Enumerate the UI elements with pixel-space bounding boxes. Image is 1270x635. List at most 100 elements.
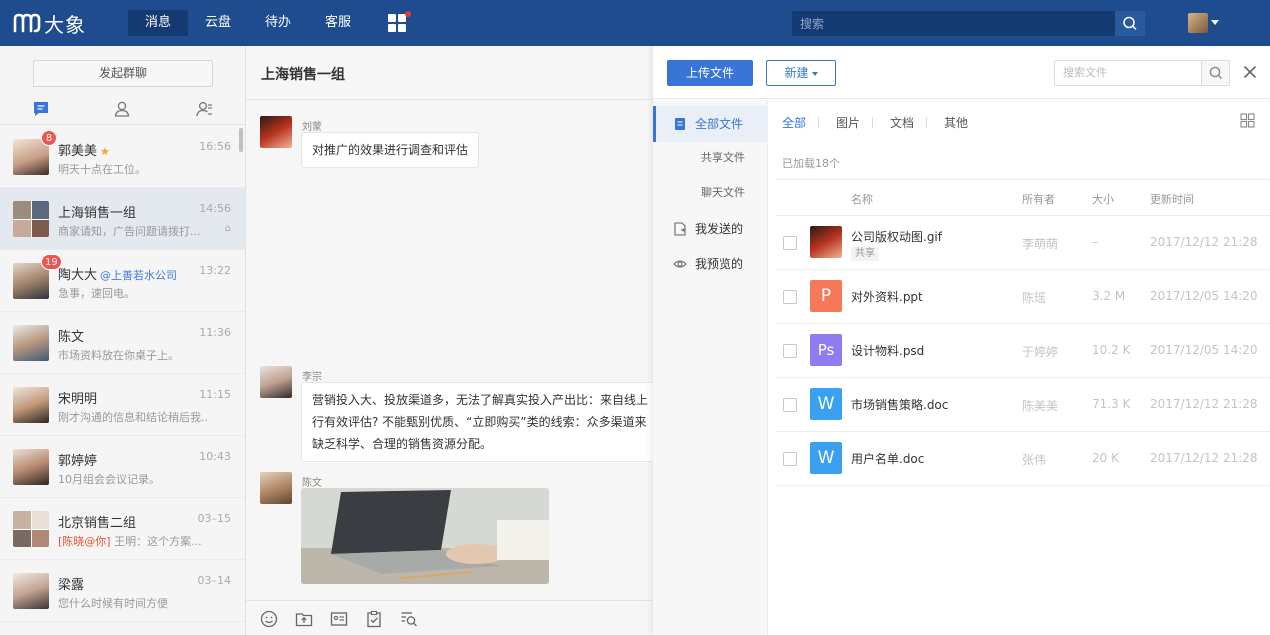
row-checkbox[interactable] <box>783 398 797 412</box>
avatar[interactable] <box>260 472 292 504</box>
new-dropdown-button[interactable]: 新建 <box>766 60 836 86</box>
conversation-item[interactable]: 郭婷婷 10:43 10月组会会议记录。 <box>0 436 245 498</box>
conversation-item[interactable]: 北京销售二组 03–15 [陈晓@你] 王明：这个方案... <box>0 498 245 560</box>
file-name[interactable]: 设计物料.psd <box>851 342 924 359</box>
column-header-owner[interactable]: 所有者 <box>1022 191 1055 207</box>
upload-file-button[interactable]: 上传文件 <box>667 60 753 86</box>
nav-tab-todo[interactable]: 待办 <box>248 10 308 36</box>
nav-shared-files[interactable]: 共享文件 <box>653 140 768 176</box>
table-row[interactable]: W 用户名单.doc 张伟 20 K 2017/12/12 21:28 <box>776 432 1270 486</box>
conversation-item[interactable]: 梁露 03–14 您什么时候有时间方便 <box>0 560 245 622</box>
column-header-name[interactable]: 名称 <box>851 191 873 207</box>
scrollbar[interactable] <box>239 128 243 152</box>
row-checkbox[interactable] <box>783 290 797 304</box>
table-row[interactable]: W 市场销售策略.doc 陈美美 71.3 K 2017/12/12 21:28 <box>776 378 1270 432</box>
filter-tab-all[interactable]: 全部 <box>782 114 806 131</box>
message-sender: 李宗 <box>302 372 322 383</box>
row-checkbox[interactable] <box>783 236 797 250</box>
file-panel-header: 上传文件 新建 <box>653 46 1270 99</box>
global-search <box>792 11 1145 36</box>
notification-dot <box>405 11 411 17</box>
conversation-item[interactable]: 上海销售一组 14:56 商家请知，广告问题请拨打... ⌂ <box>0 188 245 250</box>
global-search-button[interactable] <box>1115 11 1145 36</box>
conversation-item[interactable]: 8 郭美美 ★ 16:56 明天十点在工位。 <box>0 126 245 188</box>
conversation-item[interactable]: 宋明明 11:15 刚才沟通的信息和结论稍后我... <box>0 374 245 436</box>
file-name[interactable]: 市场销售策略.doc <box>851 396 948 413</box>
close-icon[interactable] <box>1242 64 1258 80</box>
file-search <box>1054 60 1230 86</box>
conversation-time: 16:56 <box>199 140 231 153</box>
conversation-time: 03–14 <box>197 574 232 587</box>
file-updated: 2017/12/12 21:28 <box>1150 451 1258 465</box>
nav-tab-messages[interactable]: 消息 <box>128 10 188 36</box>
nav-tab-cloud-drive[interactable]: 云盘 <box>188 10 248 36</box>
file-owner: 张伟 <box>1022 453 1047 467</box>
nav-previewed-by-me[interactable]: 我预览的 <box>653 246 768 282</box>
laptop-photo[interactable] <box>301 488 549 584</box>
grid-view-icon[interactable] <box>1240 113 1255 128</box>
file-list-area: 全部 图片 文档 其他 已加载18个 名称 所有者 大小 更新时间 公司版权动图… <box>768 100 1270 635</box>
upload-folder-icon[interactable] <box>295 610 313 628</box>
nav-all-files[interactable]: 全部文件 <box>653 106 768 142</box>
apps-grid-icon[interactable] <box>388 11 411 34</box>
file-updated: 2017/12/05 14:20 <box>1150 343 1258 357</box>
nav-chat-files[interactable]: 聊天文件 <box>653 175 768 211</box>
global-search-input[interactable] <box>792 11 1112 36</box>
file-updated: 2017/12/12 21:28 <box>1150 397 1258 411</box>
chat-icon[interactable] <box>32 100 50 118</box>
table-row[interactable]: 公司版权动图.gif 共享 李萌萌 – 2017/12/12 21:28 <box>776 216 1270 270</box>
avatar[interactable] <box>260 366 292 398</box>
nav-label: 共享文件 <box>701 151 745 164</box>
file-size: – <box>1092 235 1098 249</box>
conversation-preview: 刚才沟通的信息和结论稍后我... <box>58 411 208 424</box>
file-name[interactable]: 公司版权动图.gif <box>851 228 942 245</box>
chat-input-toolbar <box>246 600 653 635</box>
shared-tag: 共享 <box>851 247 879 261</box>
column-header-updated[interactable]: 更新时间 <box>1150 191 1194 207</box>
avatar <box>13 325 49 361</box>
table-row[interactable]: Ps 设计物料.psd 于婷婷 10.2 K 2017/12/05 14:20 <box>776 324 1270 378</box>
group-avatar <box>13 201 49 237</box>
conversation-item[interactable]: 陈文 11:36 市场资料放在你桌子上。 <box>0 312 245 374</box>
chevron-down-icon[interactable] <box>1211 20 1219 25</box>
nav-label: 聊天文件 <box>701 186 745 199</box>
filter-tab-images[interactable]: 图片 <box>836 114 860 131</box>
conversation-name: 梁露 <box>58 578 85 593</box>
app-logo[interactable]: 大象 <box>12 9 86 37</box>
divider <box>776 179 1270 180</box>
user-avatar[interactable] <box>1188 13 1208 33</box>
file-search-input[interactable] <box>1055 61 1201 85</box>
group-avatar <box>13 511 49 547</box>
search-history-icon[interactable] <box>400 610 418 628</box>
table-row[interactable]: P 对外资料.ppt 陈瑶 3.2 M 2017/12/05 14:20 <box>776 270 1270 324</box>
row-checkbox[interactable] <box>783 452 797 466</box>
avatar <box>13 449 49 485</box>
star-icon: ★ <box>100 145 110 158</box>
file-name[interactable]: 对外资料.ppt <box>851 288 923 305</box>
divider <box>926 117 927 128</box>
file-search-button[interactable] <box>1201 61 1229 85</box>
conversation-list: 8 郭美美 ★ 16:56 明天十点在工位。 上海销售一组 14:56 商家请知，… <box>0 126 245 622</box>
conversation-item[interactable]: 19 陶大大 @上善若水公司 13:22 急事，速回电。 <box>0 250 245 312</box>
avatar[interactable] <box>260 116 292 148</box>
nav-tab-customer-service[interactable]: 客服 <box>308 10 368 36</box>
avatar <box>13 573 49 609</box>
contacts-icon[interactable] <box>113 100 131 118</box>
row-checkbox[interactable] <box>783 344 797 358</box>
file-name[interactable]: 用户名单.doc <box>851 450 924 467</box>
screenshot-icon[interactable] <box>330 610 348 628</box>
file-owner: 陈美美 <box>1022 399 1059 413</box>
nav-sent-by-me[interactable]: 我发送的 <box>653 211 768 247</box>
org-contacts-icon[interactable] <box>195 100 213 118</box>
filter-tab-documents[interactable]: 文档 <box>890 114 914 131</box>
app-logo-icon <box>13 13 41 33</box>
doc-file-icon: W <box>810 388 842 420</box>
file-size: 3.2 M <box>1092 289 1126 303</box>
emoji-icon[interactable] <box>260 610 278 628</box>
column-header-size[interactable]: 大小 <box>1092 191 1114 207</box>
start-group-chat-button[interactable]: 发起群聊 <box>33 60 213 87</box>
filter-tab-other[interactable]: 其他 <box>944 114 968 131</box>
search-icon <box>1123 16 1137 30</box>
divider <box>818 117 819 128</box>
clipboard-check-icon[interactable] <box>365 610 383 628</box>
